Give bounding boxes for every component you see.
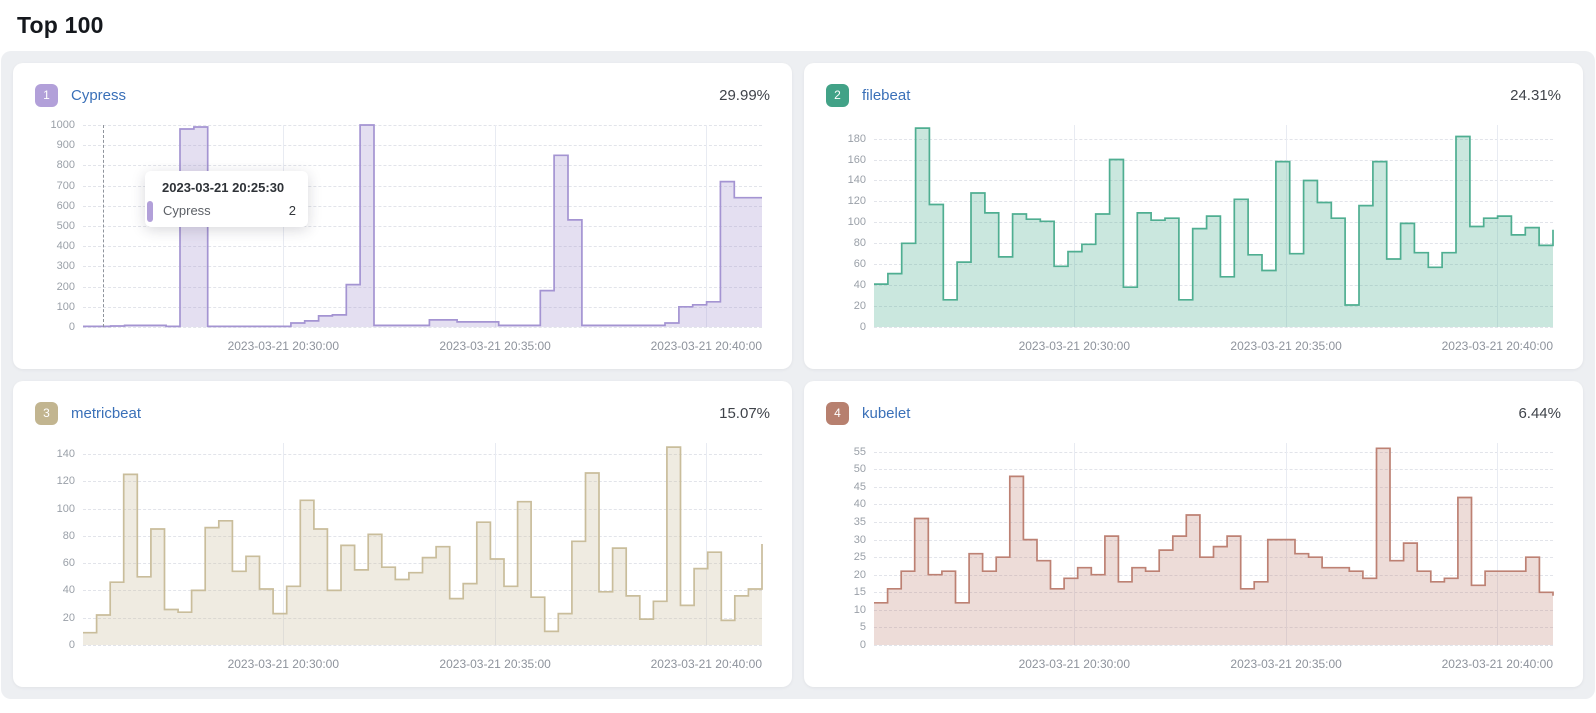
y-tick-label: 40 [826,498,866,510]
y-tick-label: 25 [826,551,866,563]
x-tick-label: 2023-03-21 20:40:00 [1442,657,1553,671]
x-tick-label: 2023-03-21 20:35:00 [1230,339,1341,353]
y-tick-label: 5 [826,621,866,633]
rank-badge: 1 [35,84,58,107]
y-tick-label: 80 [826,237,866,249]
y-tick-label: 800 [35,159,75,171]
panel-cypress: 1 Cypress 29.99% 2023-03-21 20:25:30 Cyp… [13,63,792,369]
series-link-cypress[interactable]: Cypress [71,87,126,104]
plot-area [874,443,1553,645]
y-tick-label: 55 [826,446,866,458]
y-tick-label: 100 [35,503,75,515]
x-tick-label: 2023-03-21 20:30:00 [228,339,339,353]
tooltip-row: Cypress 2 [158,203,296,218]
plot-area [83,443,762,645]
y-tick-label: 45 [826,481,866,493]
series-color-marker [147,201,153,222]
y-tick-label: 10 [826,604,866,616]
y-tick-label: 15 [826,586,866,598]
x-tick-label: 2023-03-21 20:35:00 [1230,657,1341,671]
y-tick-label: 180 [826,133,866,145]
y-tick-label: 20 [826,300,866,312]
series-link-filebeat[interactable]: filebeat [862,87,910,104]
y-tick-label: 200 [35,281,75,293]
y-tick-label: 900 [35,139,75,151]
y-tick-label: 35 [826,516,866,528]
y-tick-label: 700 [35,180,75,192]
y-tick-label: 120 [35,475,75,487]
y-tick-label: 40 [826,279,866,291]
series-link-metricbeat[interactable]: metricbeat [71,405,141,422]
y-tick-label: 400 [35,240,75,252]
rank-badge: 4 [826,402,849,425]
y-tick-label: 20 [35,612,75,624]
gridline-horizontal [83,645,762,646]
panel-header: 1 Cypress 29.99% [35,82,770,108]
rank-badge: 3 [35,402,58,425]
x-tick-label: 2023-03-21 20:35:00 [439,339,550,353]
gridline-horizontal [874,327,1553,328]
gridline-horizontal [874,645,1553,646]
x-tick-label: 2023-03-21 20:35:00 [439,657,550,671]
y-tick-label: 0 [826,321,866,333]
gridline-horizontal [83,327,762,328]
panel-header: 3 metricbeat 15.07% [35,400,770,426]
panel-grid: 1 Cypress 29.99% 2023-03-21 20:25:30 Cyp… [13,63,1583,687]
y-tick-label: 500 [35,220,75,232]
y-tick-label: 60 [826,258,866,270]
y-tick-label: 50 [826,463,866,475]
y-tick-label: 1000 [35,119,75,131]
panel-filebeat: 2 filebeat 24.31% 0 20 40 60 80 100 120 140 160 1… [804,63,1583,369]
y-tick-label: 20 [826,569,866,581]
y-tick-label: 60 [35,557,75,569]
series-svg [83,443,762,645]
panel-header: 4 kubelet 6.44% [826,400,1561,426]
x-tick-label: 2023-03-21 20:40:00 [651,657,762,671]
y-tick-label: 600 [35,200,75,212]
panel-kubelet: 4 kubelet 6.44% 0 5 10 15 20 25 30 35 40 45 50 55 20… [804,381,1583,687]
share-percent: 29.99% [719,87,770,104]
plot-area [874,125,1553,327]
y-tick-label: 100 [35,301,75,313]
y-tick-label: 160 [826,154,866,166]
chart-tooltip: 2023-03-21 20:25:30 Cypress 2 [145,171,308,227]
x-tick-label: 2023-03-21 20:40:00 [1442,339,1553,353]
metricbeat-chart[interactable]: 0 20 40 60 80 100 120 140 2023-03-21 20:30:00 202… [35,437,770,671]
series-area [874,128,1553,327]
series-area [83,447,762,645]
y-tick-label: 140 [826,174,866,186]
series-svg [874,443,1553,645]
share-percent: 24.31% [1510,87,1561,104]
y-tick-label: 140 [35,448,75,460]
panel-metricbeat: 3 metricbeat 15.07% 0 20 40 60 80 100 120 140 20… [13,381,792,687]
x-tick-label: 2023-03-21 20:30:00 [1019,657,1130,671]
y-tick-label: 0 [826,639,866,651]
y-tick-label: 120 [826,195,866,207]
y-tick-label: 300 [35,260,75,272]
series-svg [874,125,1553,327]
page-title: Top 100 [0,0,1596,51]
y-tick-label: 0 [35,321,75,333]
tooltip-timestamp: 2023-03-21 20:25:30 [158,180,296,195]
rank-badge: 2 [826,84,849,107]
kubelet-chart[interactable]: 0 5 10 15 20 25 30 35 40 45 50 55 2023-03-21 20:30:0… [826,437,1561,671]
dashboard-content: 1 Cypress 29.99% 2023-03-21 20:25:30 Cyp… [1,51,1595,699]
y-tick-label: 30 [826,534,866,546]
cypress-chart[interactable]: 2023-03-21 20:25:30 Cypress 2 0 100 200 300… [35,119,770,353]
tooltip-series-value: 2 [289,203,296,218]
y-tick-label: 80 [35,530,75,542]
y-tick-label: 100 [826,216,866,228]
x-tick-label: 2023-03-21 20:30:00 [1019,339,1130,353]
series-link-kubelet[interactable]: kubelet [862,405,910,422]
y-tick-label: 40 [35,584,75,596]
share-percent: 15.07% [719,405,770,422]
x-tick-label: 2023-03-21 20:30:00 [228,657,339,671]
panel-header: 2 filebeat 24.31% [826,82,1561,108]
filebeat-chart[interactable]: 0 20 40 60 80 100 120 140 160 180 2023-03-21 20:30… [826,119,1561,353]
tooltip-series-name: Cypress [158,203,211,218]
y-tick-label: 0 [35,639,75,651]
x-tick-label: 2023-03-21 20:40:00 [651,339,762,353]
share-percent: 6.44% [1518,405,1561,422]
